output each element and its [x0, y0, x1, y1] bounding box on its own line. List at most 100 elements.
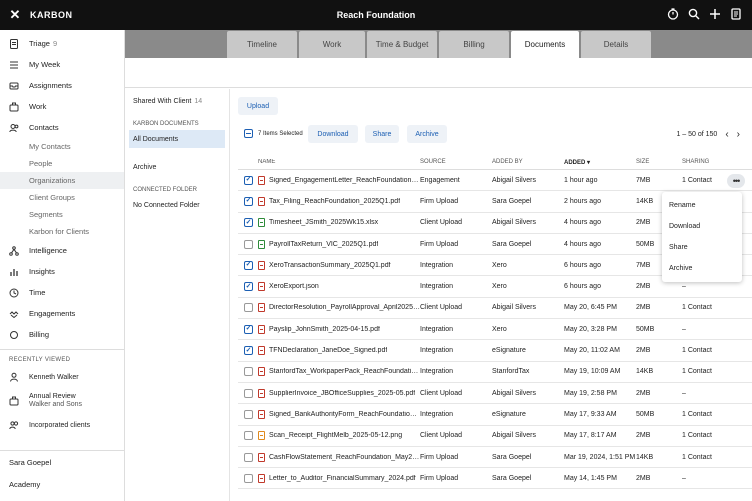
file-name[interactable]: DirectorResolution_PayrollApproval_April… — [269, 304, 420, 311]
tab-work[interactable]: Work — [299, 31, 365, 58]
col-source[interactable]: SOURCE — [420, 159, 492, 165]
search-icon[interactable] — [688, 8, 700, 20]
sidebar-subitem-karbon-for-clients[interactable]: Karbon for Clients — [0, 223, 124, 240]
file-name[interactable]: XeroTransactionSummary_2025Q1.pdf — [269, 262, 391, 269]
sidebar-subitem-organizations[interactable]: Organizations — [0, 172, 124, 189]
download-button[interactable]: Download — [308, 125, 358, 143]
sidebar-item-insights[interactable]: Insights — [0, 261, 124, 282]
recent-item-incorporated-clients[interactable]: Incorporated clients — [0, 414, 124, 436]
col-added[interactable]: ADDED ▾ — [564, 159, 636, 166]
sidebar-subitem-segments[interactable]: Segments — [0, 206, 124, 223]
row-checkbox[interactable] — [244, 452, 253, 462]
prev-page-icon[interactable]: ‹ — [725, 129, 728, 140]
recent-item-annual-review[interactable]: Annual Review Walker and Sons — [0, 388, 124, 414]
col-name[interactable]: NAME — [258, 159, 420, 165]
upload-button[interactable]: Upload — [238, 97, 278, 115]
row-checkbox[interactable] — [244, 239, 253, 249]
file-source: Client Upload — [420, 432, 463, 440]
select-all-checkbox[interactable] — [244, 129, 253, 138]
table-row[interactable]: StanfordTax_WorkpaperPack_ReachFoundatio… — [238, 362, 752, 383]
row-checkbox[interactable] — [244, 175, 253, 185]
share-button[interactable]: Share — [365, 125, 399, 143]
sidebar-item-billing[interactable]: Billing — [0, 324, 124, 345]
file-source: Engagement — [420, 176, 460, 184]
file-name[interactable]: PayrollTaxReturn_VIC_2025Q1.pdf — [269, 241, 378, 248]
row-checkbox[interactable] — [244, 282, 253, 292]
row-checkbox[interactable] — [244, 388, 253, 398]
menu-item-archive[interactable]: Archive — [662, 258, 742, 279]
row-checkbox[interactable] — [244, 473, 253, 483]
table-row[interactable]: Payslip_JohnSmith_2025-04-15.pdf Integrat… — [238, 319, 752, 341]
row-checkbox[interactable] — [244, 367, 253, 377]
table-row[interactable]: DirectorResolution_PayrollApproval_April… — [238, 298, 752, 320]
file-name[interactable]: Letter_to_Auditor_FinancialSummary_2024.… — [269, 475, 416, 482]
folder-shared-with-client[interactable]: Shared With Client 14 — [125, 92, 229, 110]
menu-item-rename[interactable]: Rename — [662, 195, 742, 216]
sidebar-item-time[interactable]: Time — [0, 282, 124, 303]
sidebar-subitem-client-groups[interactable]: Client Groups — [0, 189, 124, 206]
file-added-date: 1 hour ago — [564, 176, 598, 184]
file-name[interactable]: Scan_Receipt_FlightMelb_2025-05-12.png — [269, 432, 402, 439]
tab-details[interactable]: Details — [581, 31, 651, 58]
row-more-actions-button[interactable]: ••• — [727, 174, 745, 188]
tab-timeline[interactable]: Timeline — [227, 31, 297, 58]
sidebar-item-assignments[interactable]: Assignments — [0, 75, 124, 96]
recent-item-kenneth-walker[interactable]: Kenneth Walker — [0, 366, 124, 388]
file-name[interactable]: Signed_EngagementLetter_ReachFoundation.… — [269, 177, 420, 184]
folder-all-documents[interactable]: All Documents — [129, 130, 225, 148]
table-row[interactable]: TFNDeclaration_JaneDoe_Signed.pdf Integra… — [238, 340, 752, 362]
tab-time-budget[interactable]: Time & Budget — [367, 31, 437, 58]
file-name[interactable]: XeroExport.json — [269, 283, 319, 290]
sidebar-item-work[interactable]: Work — [0, 96, 124, 117]
col-sharing[interactable]: SHARING — [682, 159, 742, 165]
table-row[interactable]: SupplierInvoice_JBOfficeSupplies_2025-05… — [238, 383, 752, 405]
file-name[interactable]: CashFlowStatement_ReachFoundation_May202… — [269, 454, 420, 461]
sidebar-item-intelligence[interactable]: Intelligence — [0, 240, 124, 261]
row-checkbox[interactable] — [244, 431, 253, 441]
pdf-file-icon — [258, 409, 265, 419]
row-checkbox[interactable] — [244, 303, 253, 313]
table-row[interactable]: Signed_BankAuthorityForm_ReachFoundation… — [238, 404, 752, 426]
col-size[interactable]: SIZE — [636, 159, 682, 165]
row-checkbox[interactable] — [244, 196, 253, 206]
table-row[interactable]: Scan_Receipt_FlightMelb_2025-05-12.png Cl… — [238, 426, 752, 447]
sidebar-item-triage[interactable]: Triage 9 — [0, 33, 124, 54]
sidebar-item-engagements[interactable]: Engagements — [0, 303, 124, 324]
table-row[interactable]: Letter_to_Auditor_FinancialSummary_2024.… — [238, 468, 752, 490]
tab-documents[interactable]: Documents — [511, 31, 579, 58]
col-added-by[interactable]: ADDED BY — [492, 159, 564, 165]
row-checkbox[interactable] — [244, 324, 253, 334]
sidebar-subitem-people[interactable]: People — [0, 155, 124, 172]
file-name[interactable]: TFNDeclaration_JaneDoe_Signed.pdf — [269, 347, 387, 354]
row-checkbox[interactable] — [244, 260, 253, 270]
current-user[interactable]: Sara Goepel — [0, 451, 125, 473]
sidebar-subitem-my-contacts[interactable]: My Contacts — [0, 138, 124, 155]
add-icon[interactable] — [709, 8, 721, 20]
file-name[interactable]: Timesheet_JSmith_2025Wk15.xlsx — [269, 219, 378, 226]
file-name[interactable]: Signed_BankAuthorityForm_ReachFoundation… — [269, 411, 420, 418]
row-checkbox[interactable] — [244, 346, 253, 356]
file-name[interactable]: StanfordTax_WorkpaperPack_ReachFoundatio… — [269, 368, 420, 375]
academy-link[interactable]: Academy — [0, 473, 125, 495]
next-page-icon[interactable]: › — [737, 129, 740, 140]
timer-icon[interactable] — [667, 8, 679, 20]
sidebar-item-contacts[interactable]: Contacts — [0, 117, 124, 138]
sidebar-item-my-week[interactable]: My Week — [0, 54, 124, 75]
tab-billing[interactable]: Billing — [439, 31, 509, 58]
table-row[interactable]: CashFlowStatement_ReachFoundation_May202… — [238, 447, 752, 469]
menu-item-download[interactable]: Download — [662, 216, 742, 237]
file-name[interactable]: Payslip_JohnSmith_2025-04-15.pdf — [269, 326, 380, 333]
pdf-file-icon — [258, 388, 265, 398]
file-added-by: Xero — [492, 261, 507, 269]
row-checkbox[interactable] — [244, 218, 253, 228]
archive-button[interactable]: Archive — [407, 125, 447, 143]
folder-archive[interactable]: Archive — [125, 158, 229, 176]
row-checkbox[interactable] — [244, 409, 253, 419]
table-row[interactable]: Signed_EngagementLetter_ReachFoundation.… — [238, 170, 752, 192]
notes-icon[interactable] — [730, 8, 742, 20]
menu-item-share[interactable]: Share — [662, 237, 742, 258]
close-icon[interactable]: ✕ — [0, 7, 30, 23]
file-name[interactable]: Tax_Filing_ReachFoundation_2025Q1.pdf — [269, 198, 400, 205]
file-sharing: 1 Contact — [682, 304, 712, 312]
file-name[interactable]: SupplierInvoice_JBOfficeSupplies_2025-05… — [269, 390, 415, 397]
